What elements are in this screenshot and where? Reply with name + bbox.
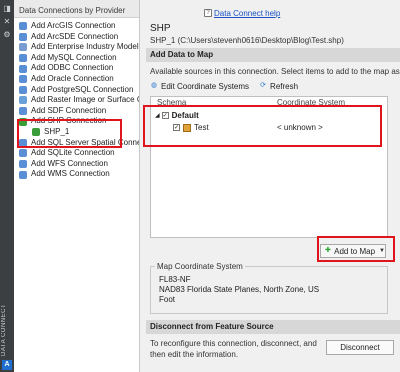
provider-label: Add Raster Image or Surface Co bbox=[31, 95, 139, 105]
provider-item[interactable]: Add SDF Connection bbox=[14, 106, 139, 117]
palette-title: DATA CONNECT bbox=[1, 303, 7, 356]
provider-item[interactable]: Add ArcGIS Connection bbox=[14, 21, 139, 32]
annotation-highlight-add-to-map bbox=[317, 236, 395, 262]
provider-label: Add PostgreSQL Connection bbox=[31, 84, 134, 94]
provider-item[interactable]: Add WFS Connection bbox=[14, 159, 139, 170]
disconnect-description: To reconfigure this connection, disconne… bbox=[150, 339, 317, 359]
provider-item[interactable]: Add SQLite Connection bbox=[14, 148, 139, 159]
connection-path: SHP_1 (C:\Users\stevenh0616\Desktop\Blog… bbox=[150, 36, 344, 45]
provider-label: Add ODBC Connection bbox=[31, 63, 114, 73]
enterprise-icon bbox=[19, 43, 27, 52]
provider-label: Add SDF Connection bbox=[31, 105, 107, 115]
annotation-highlight-shp bbox=[17, 119, 122, 148]
provider-label: Add ArcSDE Connection bbox=[31, 31, 119, 41]
odbc-icon bbox=[19, 64, 27, 73]
map-cs-description: NAD83 Florida State Planes, North Zone, … bbox=[159, 285, 320, 304]
map-cs-code: FL83-NF bbox=[159, 275, 191, 284]
provider-item[interactable]: Add ODBC Connection bbox=[14, 63, 139, 74]
globe-icon: ◍ bbox=[150, 82, 158, 89]
annotation-highlight-schema bbox=[143, 105, 382, 147]
connection-pane: ? Data Connect help SHP SHP_1 (C:\Users\… bbox=[142, 0, 400, 372]
connection-title: SHP bbox=[150, 23, 171, 34]
provider-label: Add WMS Connection bbox=[31, 169, 110, 179]
palette-side-strip: ◨ ✕ ⚙ DATA CONNECT A bbox=[0, 0, 14, 372]
arcsde-icon bbox=[19, 32, 27, 41]
raster-icon bbox=[19, 96, 27, 105]
wfs-icon bbox=[19, 160, 27, 169]
disconnect-section-header: Disconnect from Feature Source bbox=[146, 320, 400, 334]
map-coordinate-system-group: Map Coordinate System FL83-NF NAD83 Flor… bbox=[150, 262, 388, 314]
provider-item[interactable]: Add Oracle Connection bbox=[14, 74, 139, 85]
provider-item[interactable]: Add Enterprise Industry Model C bbox=[14, 42, 139, 53]
add-data-section-header: Add Data to Map bbox=[146, 48, 400, 62]
provider-list: Add ArcGIS Connection Add ArcSDE Connecti… bbox=[14, 18, 139, 180]
refresh-icon: ⟳ bbox=[260, 82, 266, 89]
refresh-label: Refresh bbox=[270, 81, 299, 91]
provider-label: Add Enterprise Industry Model C bbox=[31, 42, 139, 52]
edit-cs-label: Edit Coordinate Systems bbox=[161, 81, 250, 91]
pin-icon[interactable]: ◨ bbox=[3, 5, 11, 13]
provider-item[interactable]: Add ArcSDE Connection bbox=[14, 32, 139, 43]
add-data-description: Available sources in this connection. Se… bbox=[150, 67, 400, 76]
provider-label: Add WFS Connection bbox=[31, 158, 108, 168]
settings-icon[interactable]: ⚙ bbox=[3, 31, 11, 39]
oracle-icon bbox=[19, 75, 27, 84]
providers-header: Data Connections by Provider bbox=[14, 0, 139, 18]
refresh-button[interactable]: ⟳ Refresh bbox=[259, 82, 298, 91]
provider-item[interactable]: Add MySQL Connection bbox=[14, 53, 139, 64]
sqlite-icon bbox=[19, 149, 27, 158]
provider-label: Add Oracle Connection bbox=[31, 73, 114, 83]
providers-panel: Data Connections by Provider Add ArcGIS … bbox=[14, 0, 140, 372]
disconnect-button[interactable]: Disconnect bbox=[326, 340, 394, 355]
edit-coordinate-systems-button[interactable]: ◍ Edit Coordinate Systems bbox=[150, 82, 249, 91]
provider-item[interactable]: Add Raster Image or Surface Co bbox=[14, 95, 139, 106]
close-icon[interactable]: ✕ bbox=[3, 18, 11, 26]
wms-icon bbox=[19, 170, 27, 179]
provider-label: Add SQLite Connection bbox=[31, 148, 115, 158]
sdf-icon bbox=[19, 107, 27, 116]
map-cs-legend: Map Coordinate System bbox=[155, 262, 245, 271]
postgresql-icon bbox=[19, 85, 27, 94]
provider-label: Add ArcGIS Connection bbox=[31, 21, 116, 30]
arcgis-icon bbox=[19, 22, 27, 31]
help-link[interactable]: Data Connect help bbox=[214, 9, 280, 18]
help-icon[interactable]: ? bbox=[204, 9, 212, 17]
schema-toolbar: ◍ Edit Coordinate Systems ⟳ Refresh bbox=[150, 80, 308, 92]
autodesk-logo-icon: A bbox=[2, 360, 12, 370]
provider-item[interactable]: Add PostgreSQL Connection bbox=[14, 85, 139, 96]
provider-item[interactable]: Add WMS Connection bbox=[14, 169, 139, 180]
provider-label: Add MySQL Connection bbox=[31, 52, 117, 62]
mysql-icon bbox=[19, 54, 27, 63]
